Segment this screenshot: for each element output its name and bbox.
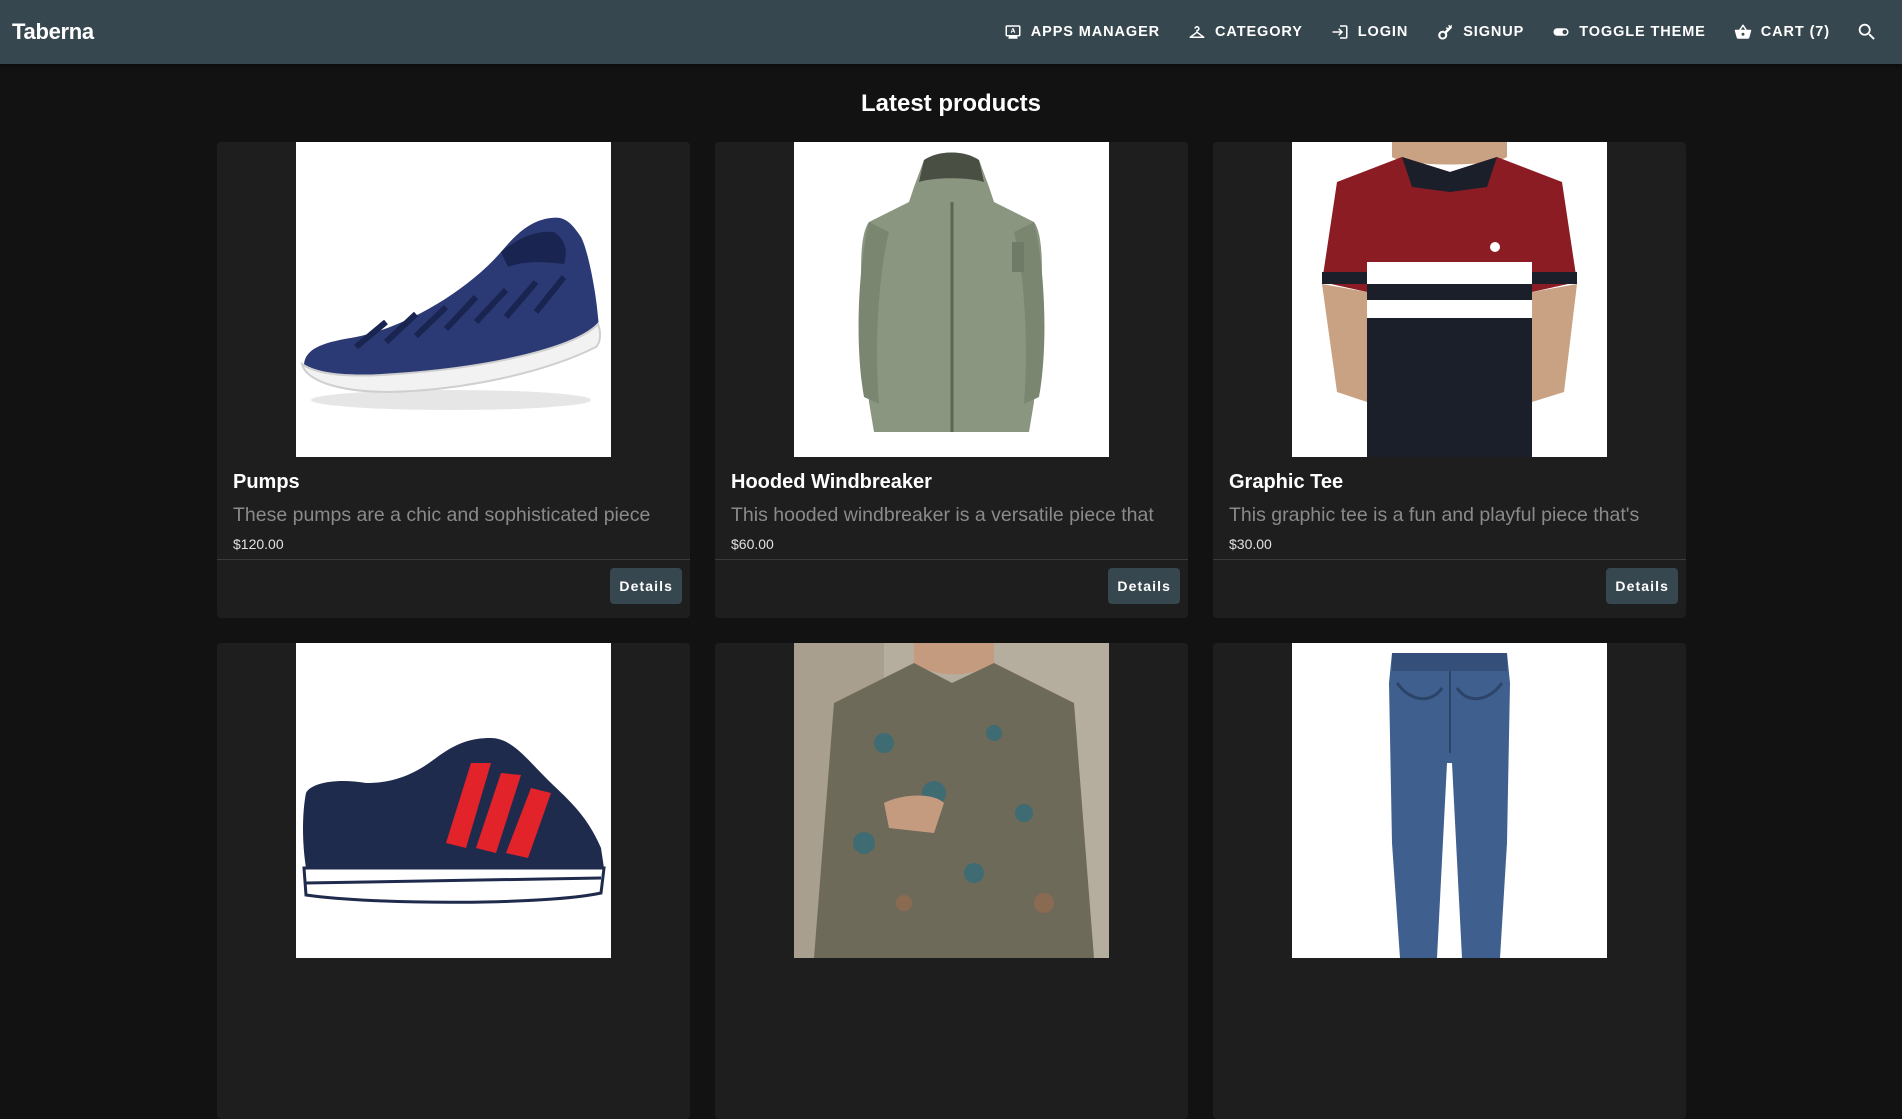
product-card xyxy=(217,643,690,1119)
product-price: $60.00 xyxy=(731,536,774,552)
sneaker-image xyxy=(296,643,611,958)
search-button[interactable] xyxy=(1844,0,1890,64)
product-card: Pumps These pumps are a chic and sophist… xyxy=(217,142,690,618)
apps-manager-button[interactable]: Apps Manager xyxy=(990,0,1174,64)
jeans-image xyxy=(1292,643,1607,958)
cart-label: Cart (7) xyxy=(1760,24,1830,40)
product-card xyxy=(715,643,1188,1119)
product-description: These pumps are a chic and sophisticated… xyxy=(233,504,651,526)
product-price: $30.00 xyxy=(1229,536,1272,552)
hanger-icon xyxy=(1189,25,1205,38)
basket-icon xyxy=(1734,24,1752,39)
product-title[interactable]: Hooded Windbreaker xyxy=(715,457,1188,495)
jacket-image xyxy=(794,142,1109,457)
product-card xyxy=(1213,643,1686,1119)
product-image-windbreaker[interactable] xyxy=(794,142,1109,457)
card-actions: Details xyxy=(1213,560,1686,612)
brand-logo[interactable]: Taberna xyxy=(12,19,94,45)
product-description: This graphic tee is a fun and playful pi… xyxy=(1229,504,1640,526)
polo-image xyxy=(1292,142,1607,457)
product-image-jeans[interactable] xyxy=(1292,643,1607,958)
product-image-sneaker[interactable] xyxy=(296,643,611,958)
product-grid: Pumps These pumps are a chic and sophist… xyxy=(217,142,1686,1119)
category-button[interactable]: Category xyxy=(1174,0,1317,64)
cart-button[interactable]: Cart (7) xyxy=(1720,0,1844,64)
card-actions: Details xyxy=(217,560,690,612)
login-label: Login xyxy=(1357,24,1409,40)
shirt-image xyxy=(794,643,1109,958)
product-price: $120.00 xyxy=(233,536,284,552)
top-nav: Apps Manager Category Login Signup Toggl… xyxy=(990,0,1890,64)
key-icon xyxy=(1438,24,1452,40)
product-card: Hooded Windbreaker This hooded windbreak… xyxy=(715,142,1188,618)
product-title[interactable]: Pumps xyxy=(217,457,690,495)
details-button[interactable]: Details xyxy=(1606,568,1678,604)
product-image-graphic-tee[interactable] xyxy=(1292,142,1607,457)
toggle-theme-button[interactable]: Toggle Theme xyxy=(1538,0,1720,64)
product-image-pumps[interactable] xyxy=(296,142,611,457)
details-button[interactable]: Details xyxy=(1108,568,1180,604)
category-label: Category xyxy=(1215,24,1303,40)
signup-button[interactable]: Signup xyxy=(1422,0,1538,64)
product-description: This hooded windbreaker is a versatile p… xyxy=(731,504,1154,526)
search-icon xyxy=(1858,23,1875,40)
monitor-icon xyxy=(1005,25,1021,39)
product-card: Graphic Tee This graphic tee is a fun an… xyxy=(1213,142,1686,618)
signup-label: Signup xyxy=(1463,24,1525,40)
app-bar: Taberna Apps Manager Category Login Sign… xyxy=(0,0,1902,64)
page-title: Latest products xyxy=(860,90,1042,117)
card-actions: Details xyxy=(715,560,1188,612)
product-title[interactable]: Graphic Tee xyxy=(1213,457,1686,495)
shoe-image xyxy=(296,142,611,457)
product-image-floral-shirt[interactable] xyxy=(794,643,1109,958)
details-button[interactable]: Details xyxy=(610,568,682,604)
toggle-theme-label: Toggle Theme xyxy=(1579,24,1706,40)
toggle-icon xyxy=(1553,28,1569,36)
login-button[interactable]: Login xyxy=(1317,0,1422,64)
login-icon xyxy=(1332,25,1348,39)
apps-manager-label: Apps Manager xyxy=(1030,24,1161,40)
